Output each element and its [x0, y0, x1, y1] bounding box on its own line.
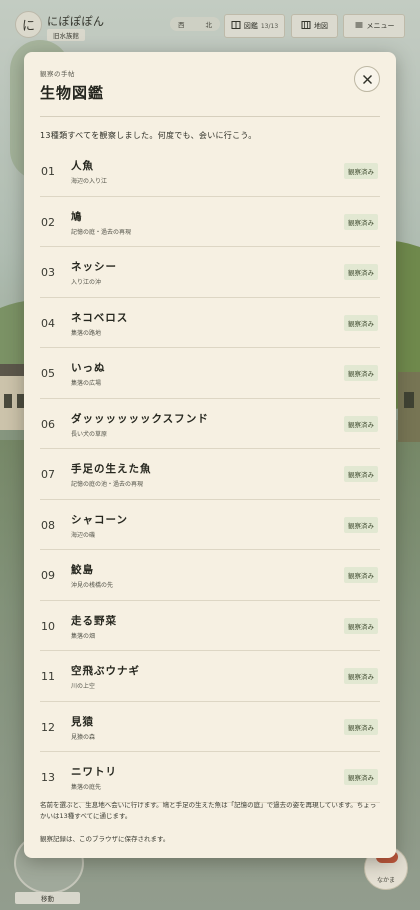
- creature-name: 見猿: [71, 715, 94, 728]
- creature-location: 集落の路地: [71, 329, 102, 337]
- creature-row[interactable]: 04 ネコベロス集落の路地 観察済み: [40, 298, 380, 348]
- creature-name: 鳩: [71, 210, 83, 223]
- zukan-modal: 観察の手帖 生物図鑑 13種類すべてを観察しました。何度でも、会いに行こう。 0…: [24, 52, 396, 858]
- creature-number: 10: [41, 619, 55, 633]
- creature-location: 海辺の入り江: [71, 178, 108, 185]
- creature-location: 長い犬の草原: [71, 430, 108, 438]
- creature-row[interactable]: 02 鳩記憶の庭・過去の再現 観察済み: [40, 197, 380, 247]
- creature-row[interactable]: 07 手足の生えた魚記憶の庭の池・過去の再現 観察済み: [40, 449, 380, 500]
- creature-row[interactable]: 12 見猿見猿の森 観察済み: [40, 702, 380, 752]
- status-badge: 観察済み: [344, 163, 378, 179]
- creature-location: 見猿の森: [71, 733, 96, 741]
- status-badge: 観察済み: [344, 213, 378, 230]
- creature-location: 集落の畑: [71, 632, 96, 640]
- modal-intro: 13種類すべてを観察しました。何度でも、会いに行こう。: [40, 131, 257, 140]
- creature-location: 入り江の沖: [71, 279, 102, 286]
- creature-row[interactable]: 11 空飛ぶウナギ川の上空 観察済み: [40, 651, 380, 702]
- close-icon: [362, 70, 373, 89]
- status-badge: 観察済み: [344, 516, 378, 533]
- creature-row[interactable]: 03 ネッシー入り江の沖 観察済み: [40, 247, 380, 298]
- creature-location: 記憶の庭の池・過去の再現: [71, 481, 144, 488]
- creature-row[interactable]: 10 走る野菜集落の畑 観察済み: [40, 601, 380, 651]
- creature-location: 海辺の磯: [71, 531, 96, 539]
- close-button[interactable]: [354, 66, 380, 92]
- creature-name: 手足の生えた魚: [71, 463, 152, 475]
- creature-location: 集落の庭先: [71, 784, 102, 791]
- status-badge: 観察済み: [344, 769, 378, 785]
- status-badge: 観察済み: [344, 567, 378, 583]
- creature-name: ネコベロス: [71, 311, 129, 324]
- creature-name: 人魚: [71, 160, 94, 172]
- creature-number: 07: [41, 468, 55, 481]
- creature-name: 鮫島: [71, 564, 94, 576]
- creature-row[interactable]: 13 ニワトリ集落の庭先 観察済み: [40, 752, 380, 803]
- creature-location: 記憶の庭・過去の再現: [71, 228, 132, 236]
- status-badge: 観察済み: [344, 668, 378, 684]
- status-badge: 観察済み: [344, 617, 378, 634]
- creature-number: 06: [41, 417, 55, 431]
- status-badge: 観察済み: [344, 415, 378, 432]
- status-badge: 観察済み: [344, 365, 378, 381]
- creature-name: ダッッッッッックスフンド: [71, 412, 209, 425]
- creature-number: 11: [41, 670, 55, 683]
- creature-location: 集落の広場: [71, 380, 102, 387]
- creature-row[interactable]: 09 鮫島沖見の桟橋の先 観察済み: [40, 550, 380, 601]
- status-badge: 観察済み: [344, 264, 378, 280]
- creature-row[interactable]: 06 ダッッッッッックスフンド長い犬の草原 観察済み: [40, 399, 380, 449]
- creature-number: 03: [41, 266, 55, 279]
- creature-name: いっぬ: [71, 362, 106, 374]
- creature-number: 09: [41, 569, 55, 582]
- creature-row[interactable]: 05 いっぬ集落の広場 観察済み: [40, 348, 380, 399]
- creature-name: ネッシー: [71, 261, 117, 273]
- divider: [40, 116, 380, 117]
- creature-number: 12: [41, 720, 55, 734]
- status-badge: 観察済み: [344, 314, 378, 331]
- creature-number: 13: [41, 771, 55, 784]
- creature-list: 01 人魚 海辺の入り江 観察済み 02 鳩記憶の庭・過去の再現 観察済み 03 ネッシー 入り江…: [40, 146, 380, 803]
- creature-location: 川の上空: [71, 683, 96, 690]
- modal-kicker: 観察の手帖: [40, 70, 75, 78]
- creature-name: ニワトリ: [71, 766, 117, 778]
- creature-number: 05: [41, 367, 55, 380]
- creature-number: 02: [41, 215, 55, 229]
- creature-number: 04: [41, 316, 55, 330]
- status-badge: 観察済み: [344, 466, 378, 482]
- modal-note: 名前を選ぶと、生息地へ会いに行けます。鳩と手足の生えた魚は「記憶の庭」で過去の姿…: [40, 801, 377, 820]
- creature-name: シャコーン: [71, 513, 128, 526]
- creature-number: 01: [41, 165, 55, 178]
- save-note: 観察記録は、このブラウザに保存されます。: [40, 835, 170, 843]
- creature-row[interactable]: 08 シャコーン海辺の磯 観察済み: [40, 500, 380, 550]
- creature-location: 沖見の桟橋の先: [71, 582, 114, 589]
- creature-row[interactable]: 01 人魚海辺の入り江 観察済み: [40, 146, 380, 197]
- status-badge: 観察済み: [344, 718, 378, 735]
- creature-name: 走る野菜: [71, 614, 117, 627]
- creature-name: 空飛ぶウナギ: [71, 665, 140, 677]
- creature-number: 08: [41, 518, 55, 532]
- modal-title: 生物図鑑: [40, 84, 105, 102]
